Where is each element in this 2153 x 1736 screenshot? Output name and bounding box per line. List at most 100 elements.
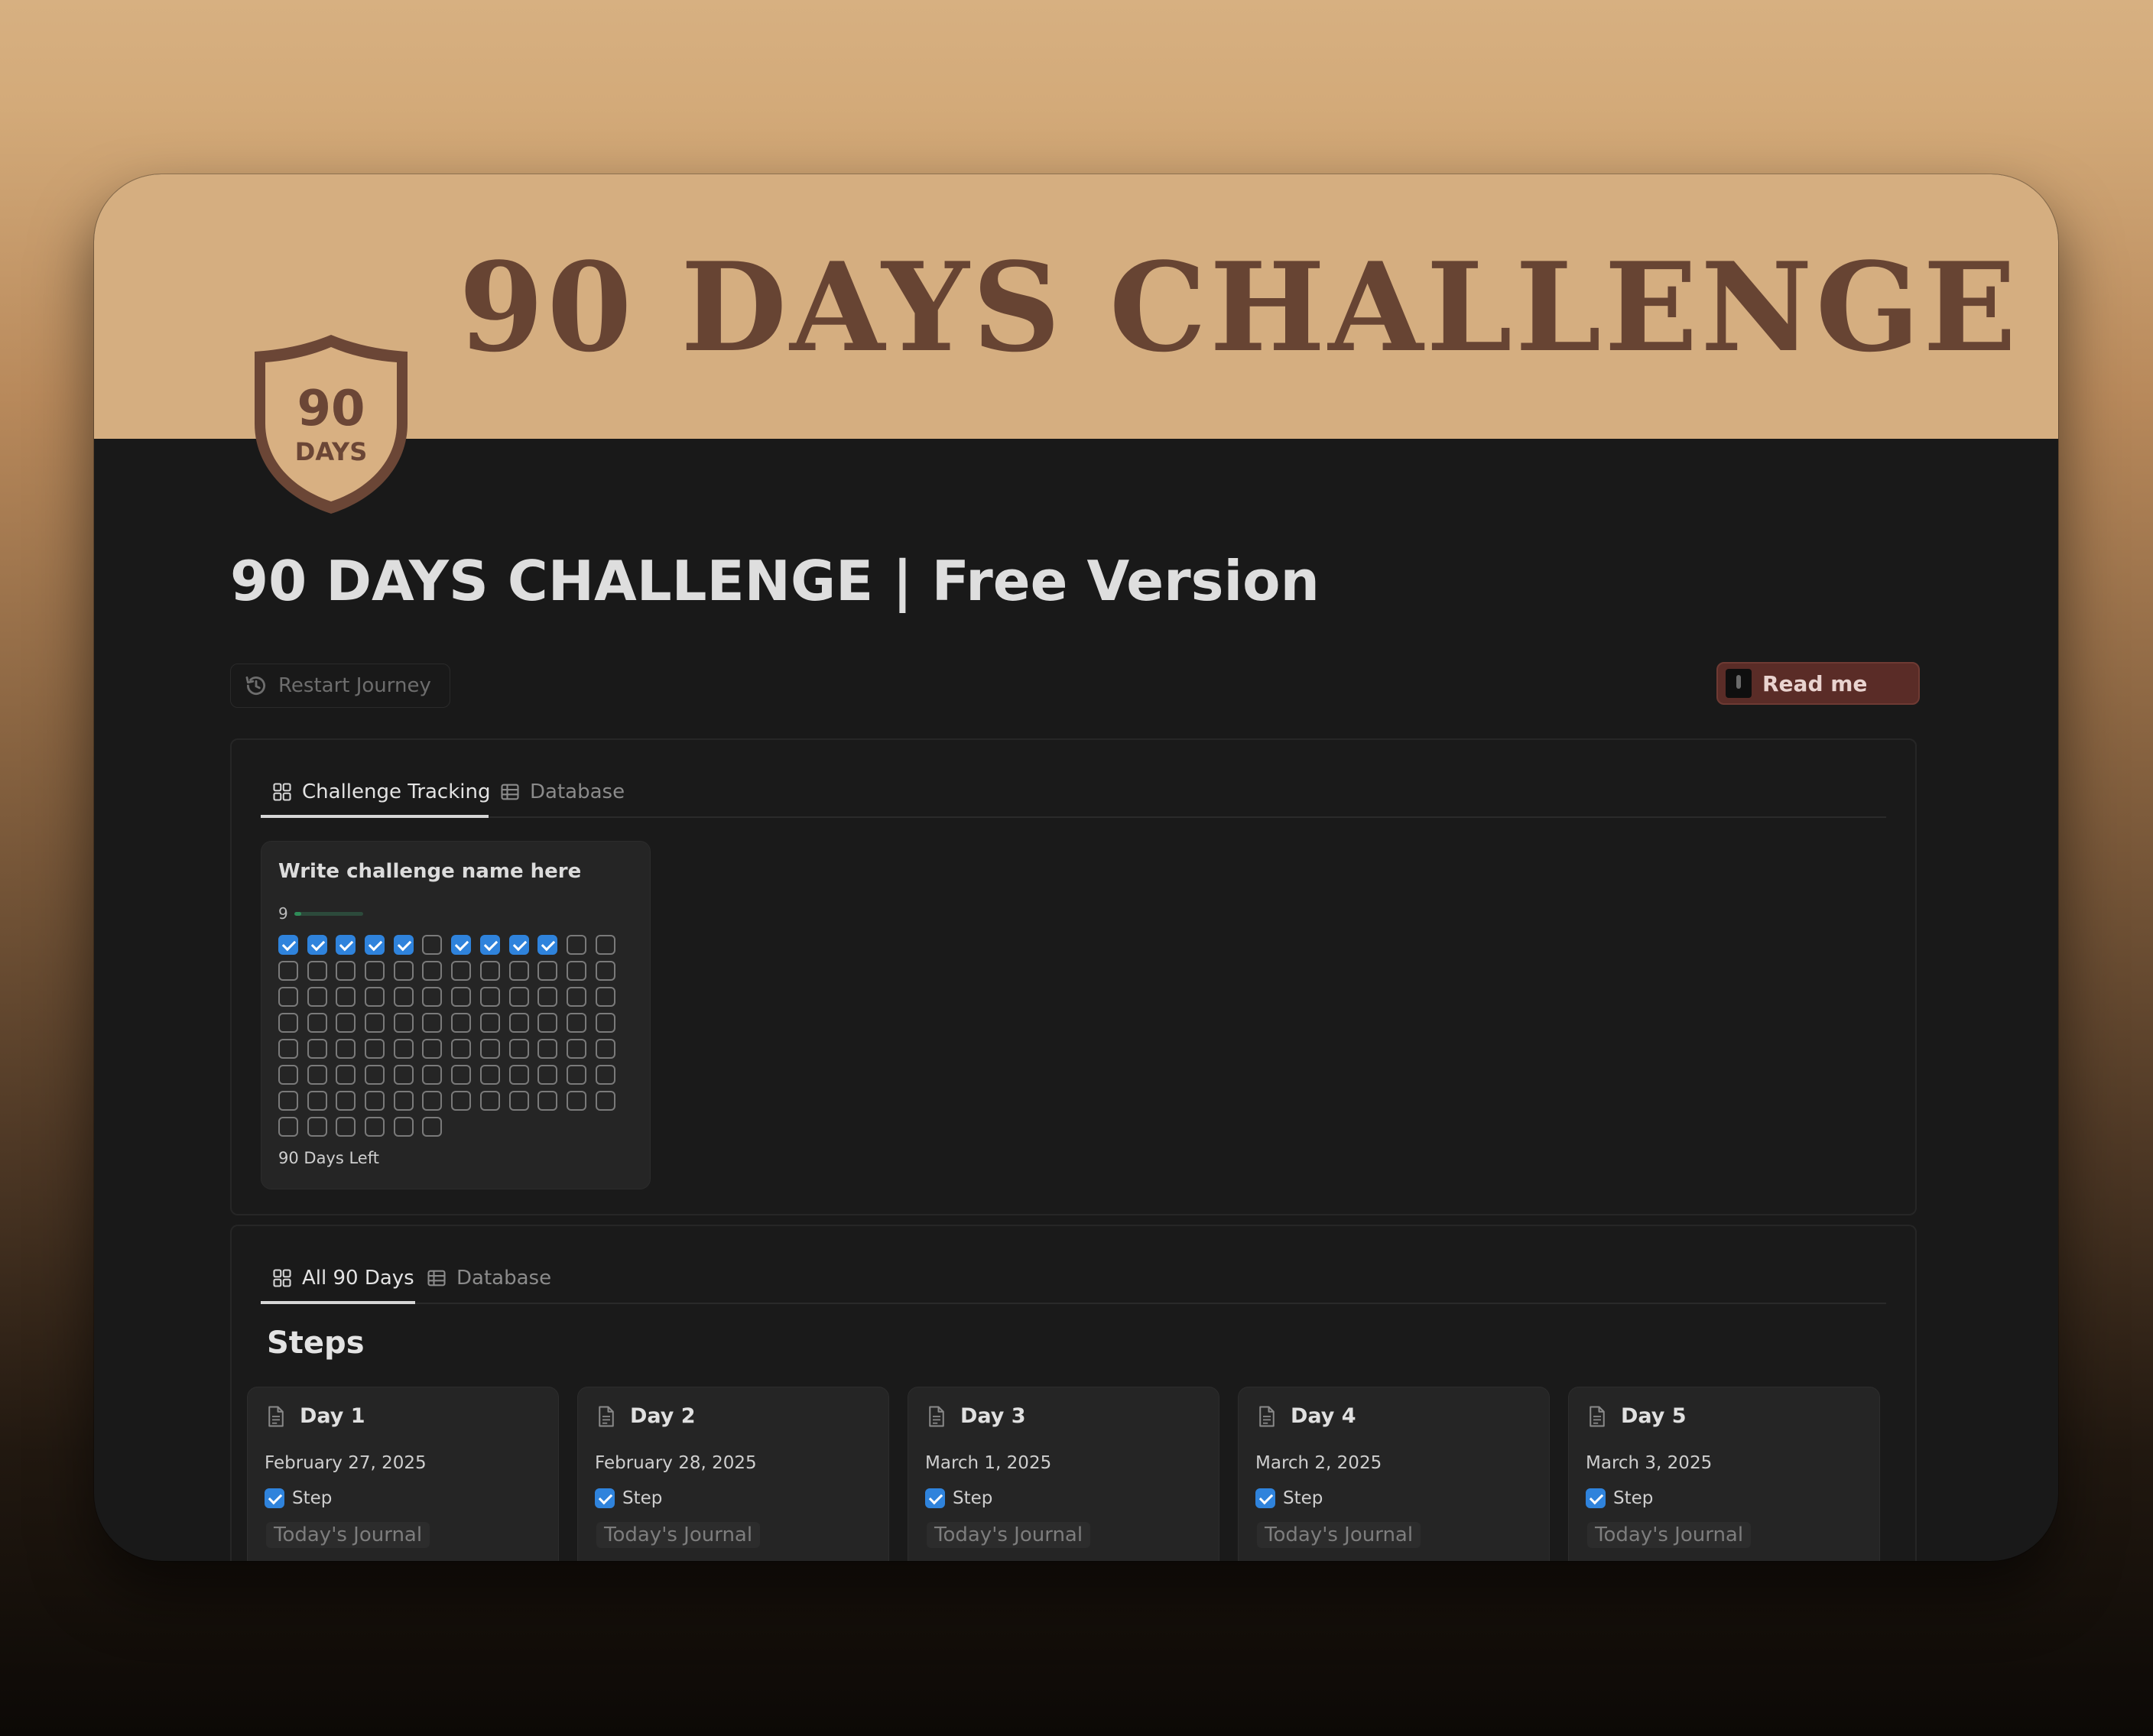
tab-database[interactable]: Database bbox=[499, 767, 625, 816]
day-checkbox[interactable] bbox=[566, 961, 586, 981]
day-checkbox[interactable] bbox=[595, 935, 615, 955]
day-checkbox[interactable] bbox=[566, 1039, 586, 1059]
day-checkbox[interactable] bbox=[422, 961, 443, 981]
day-checkbox[interactable] bbox=[537, 987, 558, 1007]
day-checkbox[interactable] bbox=[451, 961, 472, 981]
tab-database[interactable]: Database bbox=[426, 1254, 551, 1303]
day-checkbox[interactable] bbox=[336, 1039, 356, 1059]
day-checkbox[interactable] bbox=[595, 1039, 615, 1059]
day-checkbox[interactable] bbox=[479, 987, 500, 1007]
day-checkbox[interactable] bbox=[336, 935, 356, 955]
day-card[interactable]: Day 2 February 28, 2025 Step Today's Journa… bbox=[577, 1387, 889, 1561]
day-checkbox[interactable] bbox=[393, 987, 414, 1007]
day-checkbox[interactable] bbox=[307, 1117, 327, 1137]
day-checkbox[interactable] bbox=[508, 1091, 529, 1111]
day-checkbox[interactable] bbox=[336, 987, 356, 1007]
tab-all-90-days[interactable]: All 90 Days bbox=[261, 1254, 415, 1304]
step-checkbox[interactable] bbox=[595, 1488, 615, 1508]
day-checkbox[interactable] bbox=[336, 1013, 356, 1033]
day-checkbox[interactable] bbox=[307, 987, 327, 1007]
day-checkbox[interactable] bbox=[393, 935, 414, 955]
day-checkbox[interactable] bbox=[393, 1091, 414, 1111]
restart-journey-button[interactable]: Restart Journey bbox=[230, 664, 450, 708]
day-checkbox[interactable] bbox=[451, 935, 472, 955]
day-checkbox[interactable] bbox=[479, 1065, 500, 1085]
day-checkbox[interactable] bbox=[566, 1013, 586, 1033]
day-checkbox[interactable] bbox=[451, 1065, 472, 1085]
day-checkbox[interactable] bbox=[336, 1117, 356, 1137]
day-checkbox[interactable] bbox=[365, 1013, 385, 1033]
day-checkbox[interactable] bbox=[451, 1039, 472, 1059]
todays-journal-button[interactable]: Today's Journal bbox=[266, 1522, 430, 1548]
day-checkbox[interactable] bbox=[278, 1065, 298, 1085]
day-checkbox[interactable] bbox=[307, 961, 327, 981]
day-checkbox[interactable] bbox=[537, 961, 558, 981]
day-checkbox[interactable] bbox=[336, 961, 356, 981]
day-checkbox[interactable] bbox=[393, 1117, 414, 1137]
day-checkbox[interactable] bbox=[595, 1013, 615, 1033]
day-checkbox[interactable] bbox=[278, 1091, 298, 1111]
day-checkbox[interactable] bbox=[537, 1065, 558, 1085]
day-checkbox[interactable] bbox=[393, 1013, 414, 1033]
todays-journal-button[interactable]: Today's Journal bbox=[596, 1522, 761, 1548]
day-card[interactable]: Day 1 February 27, 2025 Step Today's Journa… bbox=[247, 1387, 559, 1561]
day-checkbox[interactable] bbox=[508, 1039, 529, 1059]
day-card[interactable]: Day 4 March 2, 2025 Step Today's Journal bbox=[1238, 1387, 1550, 1561]
day-checkbox[interactable] bbox=[278, 987, 298, 1007]
read-me-button[interactable]: Read me bbox=[1716, 662, 1920, 705]
day-checkbox[interactable] bbox=[537, 1091, 558, 1111]
day-checkbox[interactable] bbox=[479, 1091, 500, 1111]
day-checkbox[interactable] bbox=[451, 1013, 472, 1033]
todays-journal-button[interactable]: Today's Journal bbox=[927, 1522, 1091, 1548]
day-checkbox[interactable] bbox=[278, 1013, 298, 1033]
day-checkbox[interactable] bbox=[537, 1039, 558, 1059]
day-card[interactable]: Day 3 March 1, 2025 Step Today's Journal bbox=[908, 1387, 1219, 1561]
day-checkbox[interactable] bbox=[393, 1039, 414, 1059]
day-checkbox[interactable] bbox=[479, 1039, 500, 1059]
day-checkbox[interactable] bbox=[365, 1039, 385, 1059]
day-checkbox[interactable] bbox=[307, 935, 327, 955]
day-checkbox[interactable] bbox=[566, 1065, 586, 1085]
day-checkbox[interactable] bbox=[479, 935, 500, 955]
day-checkbox[interactable] bbox=[393, 1065, 414, 1085]
day-checkbox[interactable] bbox=[479, 1013, 500, 1033]
day-checkbox[interactable] bbox=[566, 935, 586, 955]
todays-journal-button[interactable]: Today's Journal bbox=[1587, 1522, 1752, 1548]
day-checkbox[interactable] bbox=[566, 987, 586, 1007]
challenge-card[interactable]: Write challenge name here 9 90 Days Left bbox=[261, 841, 651, 1189]
day-checkbox[interactable] bbox=[422, 1117, 443, 1137]
day-checkbox[interactable] bbox=[451, 987, 472, 1007]
day-checkbox[interactable] bbox=[307, 1039, 327, 1059]
day-checkbox[interactable] bbox=[278, 961, 298, 981]
day-checkbox[interactable] bbox=[508, 987, 529, 1007]
day-checkbox[interactable] bbox=[566, 1091, 586, 1111]
day-checkbox[interactable] bbox=[508, 1013, 529, 1033]
day-checkbox[interactable] bbox=[365, 987, 385, 1007]
day-checkbox[interactable] bbox=[365, 935, 385, 955]
day-checkbox[interactable] bbox=[508, 1065, 529, 1085]
day-checkbox[interactable] bbox=[307, 1065, 327, 1085]
day-checkbox[interactable] bbox=[307, 1013, 327, 1033]
step-checkbox[interactable] bbox=[1255, 1488, 1275, 1508]
day-checkbox[interactable] bbox=[595, 1091, 615, 1111]
day-checkbox[interactable] bbox=[422, 1065, 443, 1085]
day-checkbox[interactable] bbox=[365, 1117, 385, 1137]
day-checkbox[interactable] bbox=[508, 961, 529, 981]
day-checkbox[interactable] bbox=[422, 1091, 443, 1111]
day-checkbox[interactable] bbox=[365, 961, 385, 981]
day-checkbox[interactable] bbox=[508, 935, 529, 955]
day-checkbox[interactable] bbox=[393, 961, 414, 981]
day-checkbox[interactable] bbox=[595, 1065, 615, 1085]
day-checkbox[interactable] bbox=[336, 1065, 356, 1085]
step-checkbox[interactable] bbox=[1586, 1488, 1606, 1508]
day-checkbox[interactable] bbox=[365, 1091, 385, 1111]
tab-challenge-tracking[interactable]: Challenge Tracking bbox=[261, 767, 491, 818]
day-checkbox[interactable] bbox=[479, 961, 500, 981]
day-checkbox[interactable] bbox=[537, 935, 558, 955]
day-checkbox[interactable] bbox=[278, 1039, 298, 1059]
step-checkbox[interactable] bbox=[925, 1488, 945, 1508]
day-checkbox[interactable] bbox=[595, 961, 615, 981]
day-checkbox[interactable] bbox=[422, 1013, 443, 1033]
day-checkbox[interactable] bbox=[422, 935, 443, 955]
todays-journal-button[interactable]: Today's Journal bbox=[1257, 1522, 1421, 1548]
